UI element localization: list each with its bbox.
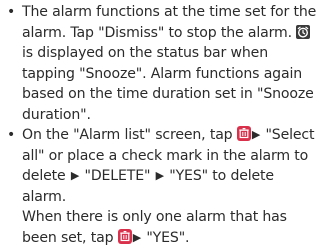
list-item: • On the "Alarm list" screen, tap ▶ "Sel… (4, 125, 317, 248)
item-text: "YES". (142, 230, 189, 246)
item-text: The alarm functions at the time set for … (22, 4, 316, 41)
item-text: is displayed on the status bar when tapp… (22, 45, 314, 123)
menu-icon (237, 126, 251, 141)
arrow-right-icon: ▶ (70, 166, 80, 187)
arrow-right-icon: ▶ (132, 228, 142, 248)
instruction-list: • The alarm functions at the time set fo… (4, 2, 317, 248)
alarm-snooze-icon (296, 25, 310, 39)
item-text: "DELETE" (80, 168, 154, 184)
menu-icon (118, 229, 132, 244)
document-body: • The alarm functions at the time set fo… (0, 0, 323, 240)
item-text: On the "Alarm list" screen, tap (22, 127, 237, 143)
bullet-marker: • (7, 2, 15, 23)
arrow-right-icon: ▶ (251, 125, 261, 146)
list-item: • The alarm functions at the time set fo… (4, 2, 317, 125)
bullet-marker: • (7, 125, 15, 146)
arrow-right-icon: ▶ (155, 166, 165, 187)
